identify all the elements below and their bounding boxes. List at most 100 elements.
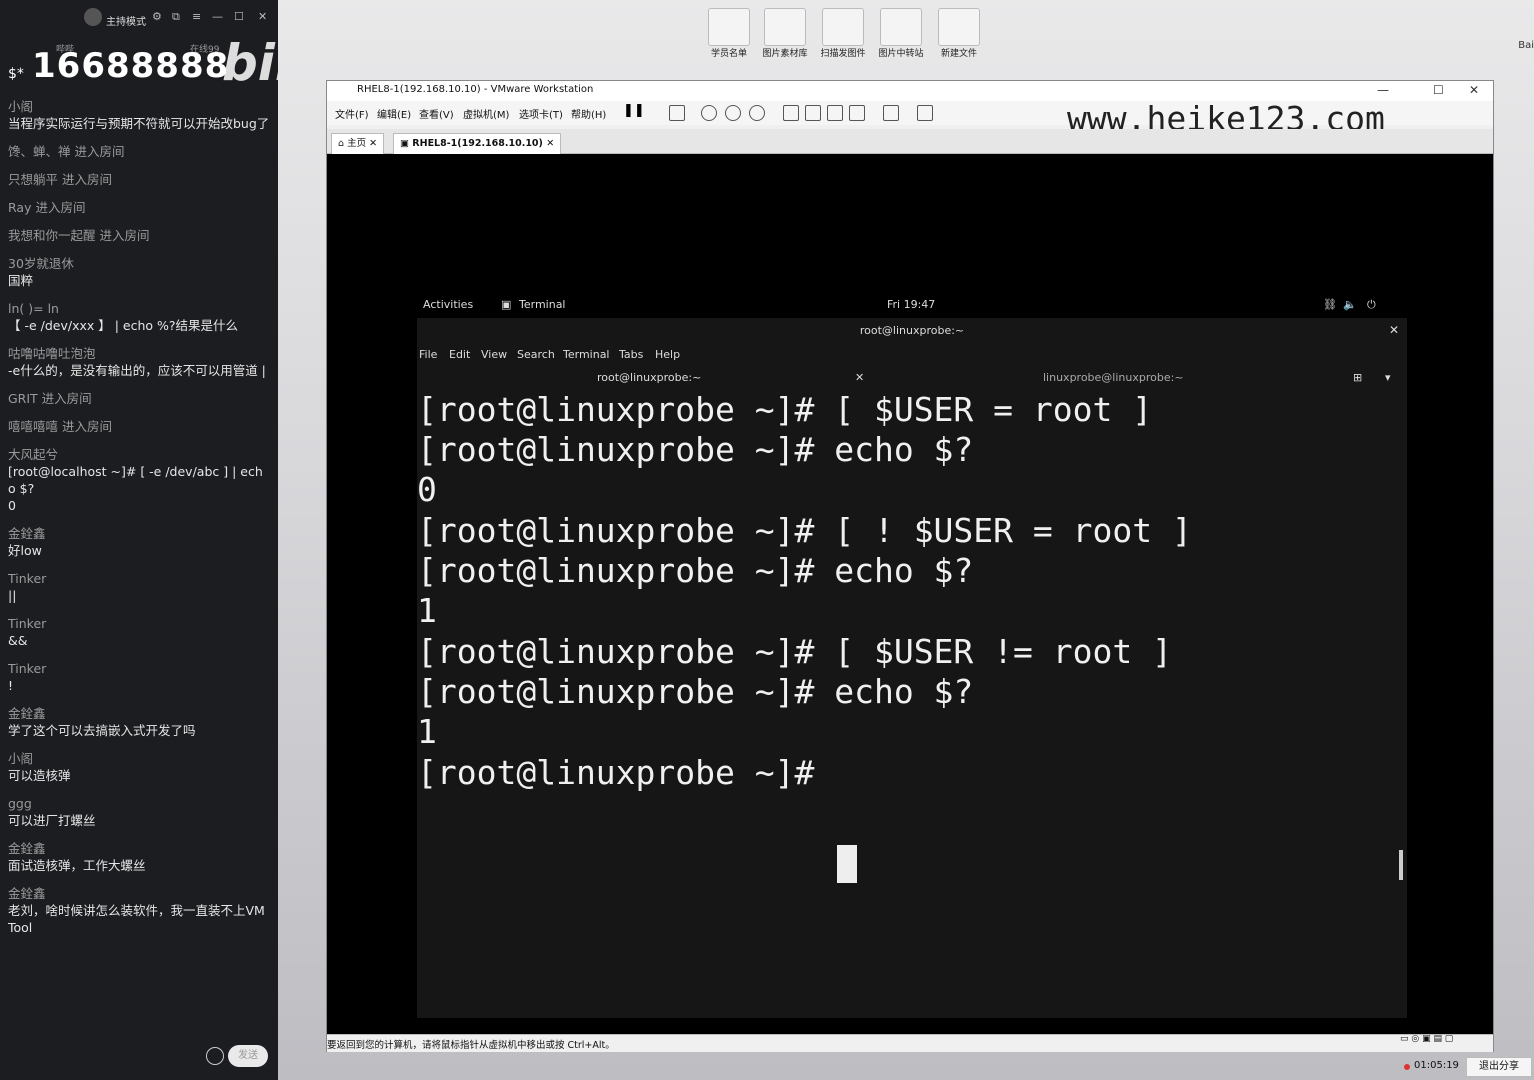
chat-username[interactable]: 咕噜咕噜吐泡泡 [8,345,270,362]
status-text: 要返回到您的计算机，请将鼠标指针从虚拟机中移出或按 Ctrl+Alt。 [327,1040,615,1051]
vmware-window: RHEL8-1(192.168.10.10) - VMware Workstat… [326,80,1494,1052]
big-message: 16688888 [32,46,230,86]
chat-message: ln( )= ln 【 -e /dev/xxx 】 | echo %?结果是什么 [8,300,270,334]
revert-snapshot-icon[interactable] [725,105,741,121]
tab-label: 主页 [347,138,367,149]
chevron-down-icon[interactable]: ▾ [1385,371,1391,384]
terminal-menu-edit[interactable]: Edit [449,348,470,361]
chat-text: 老刘，啥时候讲怎么装软件，我一直装不上VM Tool [8,903,269,935]
desktop-icon[interactable]: 图片中转站 [876,8,926,59]
library-icon[interactable] [783,105,799,121]
chat-username[interactable]: 30岁就退休 [8,255,270,272]
close-icon[interactable]: ✕ [855,371,864,384]
desktop-icon[interactable]: 扫描发图件 [818,8,868,59]
chat-username[interactable]: 小阁 [8,98,270,115]
snapshot-icon[interactable] [701,105,717,121]
scrollbar[interactable] [1399,850,1403,880]
terminal-menu-help[interactable]: Help [655,348,680,361]
menu-file[interactable]: 文件(F) [335,106,369,121]
terminal-menu-terminal[interactable]: Terminal [563,348,610,361]
join-notice: GRIT 进入房间 [8,391,92,406]
terminal-menu-tabs[interactable]: Tabs [619,348,643,361]
snapshot-manager-icon[interactable] [749,105,765,121]
clock[interactable]: Fri 19:47 [887,298,935,311]
popout-icon[interactable]: ⧉ [172,10,180,24]
tab-vm[interactable]: ▣ RHEL8-1(192.168.10.10) ✕ [393,133,562,154]
send-ctrl-alt-del-icon[interactable] [669,105,685,121]
minimize-icon[interactable]: — [1377,83,1389,97]
tab-home[interactable]: ⌂ 主页 ✕ [331,133,385,154]
window-title: RHEL8-1(192.168.10.10) - VMware Workstat… [357,84,594,95]
thumbnail-icon[interactable] [805,105,821,121]
chat-username[interactable]: Tinker [8,660,270,677]
vm-icon: ▣ [400,138,413,149]
menu-tabs[interactable]: 选项卡(T) [519,106,563,121]
terminal-line: [root@linuxprobe ~]# echo $? [417,551,974,590]
chat-username[interactable]: 小阁 [8,750,270,767]
chat-username[interactable]: 金銓鑫 [8,840,270,857]
menu-view[interactable]: 查看(V) [419,106,454,121]
network-icon[interactable]: ⛓ [1323,298,1337,311]
menu-vm[interactable]: 虚拟机(M) [463,106,509,121]
chat-message: 30岁就退休 国粹 [8,255,270,289]
fullscreen-icon[interactable] [827,105,843,121]
stretch-icon[interactable] [917,105,933,121]
terminal-menu-file[interactable]: File [419,348,437,361]
home-icon: ⌂ [338,138,348,149]
vm-display[interactable]: Activities ▣ Terminal Fri 19:47 ⛓ 🔈 ⏻ ro… [327,154,1493,1034]
new-tab-icon[interactable]: ⊞ [1353,371,1362,384]
terminal-header: root@linuxprobe:~ ✕ [417,318,1407,342]
terminal-tab-linuxprobe[interactable]: linuxprobe@linuxprobe:~ [1043,371,1184,384]
chat-username[interactable]: 金銓鑫 [8,525,270,542]
unity-icon[interactable] [849,105,865,121]
app-menu[interactable]: Terminal [519,298,566,311]
chat-username[interactable]: 金銓鑫 [8,705,270,722]
chat-username[interactable]: ggg [8,795,270,812]
exit-share-button[interactable]: 退出分享 [1466,1057,1532,1077]
terminal-menu-search[interactable]: Search [517,348,555,361]
chat-message: Ray 进入房间 [8,199,270,216]
terminal-app-icon: ▣ [501,298,512,311]
maximize-icon[interactable]: ☐ [1433,83,1444,97]
chat-username[interactable]: Tinker [8,615,270,632]
terminal-tab-root[interactable]: root@linuxprobe:~ [597,371,701,384]
chat-username[interactable]: 金銓鑫 [8,885,270,902]
shortcut-icon [880,8,922,46]
menu-edit[interactable]: 编辑(E) [377,106,411,121]
desktop-icon[interactable]: 学员名单 [704,8,754,59]
join-notice: 嘻嘻嘻嘻 进入房间 [8,419,112,434]
close-icon[interactable]: ✕ [1389,323,1399,337]
terminal-line: [root@linuxprobe ~]# [ $USER != root ] [417,632,1172,671]
power-icon[interactable]: ⏻ [1367,298,1376,312]
chat-username[interactable]: 大风起兮 [8,446,270,463]
chat-text: 可以造核弹 [8,768,71,783]
chat-text: 好low [8,543,42,558]
chat-username[interactable]: Tinker [8,570,270,587]
terminal-line: 0 [417,470,437,509]
chat-message: ggg 可以进厂打螺丝 [8,795,270,829]
close-icon[interactable]: ✕ [1469,83,1479,97]
menu-help[interactable]: 帮助(H) [571,106,606,121]
emoji-icon[interactable] [206,1047,224,1065]
minimize-icon[interactable]: — [212,10,223,23]
terminal-menu-view[interactable]: View [481,348,507,361]
volume-icon[interactable]: 🔈 [1343,298,1357,311]
menu-icon[interactable]: ≡ [192,10,201,23]
desktop-icon[interactable]: 新建文件 [934,8,984,59]
chat-username[interactable]: ln( )= ln [8,300,270,317]
desktop-edge-label: Bai [1518,40,1534,51]
chat-text: [root@localhost ~]# [ -e /dev/abc ] | ec… [8,464,263,513]
console-icon[interactable] [883,105,899,121]
desktop-icon-label: 图片中转站 [878,49,924,59]
desktop-icon-label: 图片素材库 [762,49,808,59]
chat-message: 金銓鑫 老刘，啥时候讲怎么装软件，我一直装不上VM Tool [8,885,270,936]
send-button[interactable]: 发送 [228,1045,268,1067]
maximize-icon[interactable]: ☐ [234,10,244,23]
device-status-icons[interactable]: ▭ ◎ ▣ ▤ ▢ [1400,1034,1453,1044]
pause-icon[interactable]: ❚❚ [623,103,645,118]
activities-button[interactable]: Activities [423,298,473,311]
chat-text: 【 -e /dev/xxx 】 | echo %?结果是什么 [8,318,239,333]
close-icon[interactable]: ✕ [258,10,267,23]
desktop-icon[interactable]: 图片素材库 [760,8,810,59]
settings-icon[interactable]: ⚙ [152,10,162,23]
